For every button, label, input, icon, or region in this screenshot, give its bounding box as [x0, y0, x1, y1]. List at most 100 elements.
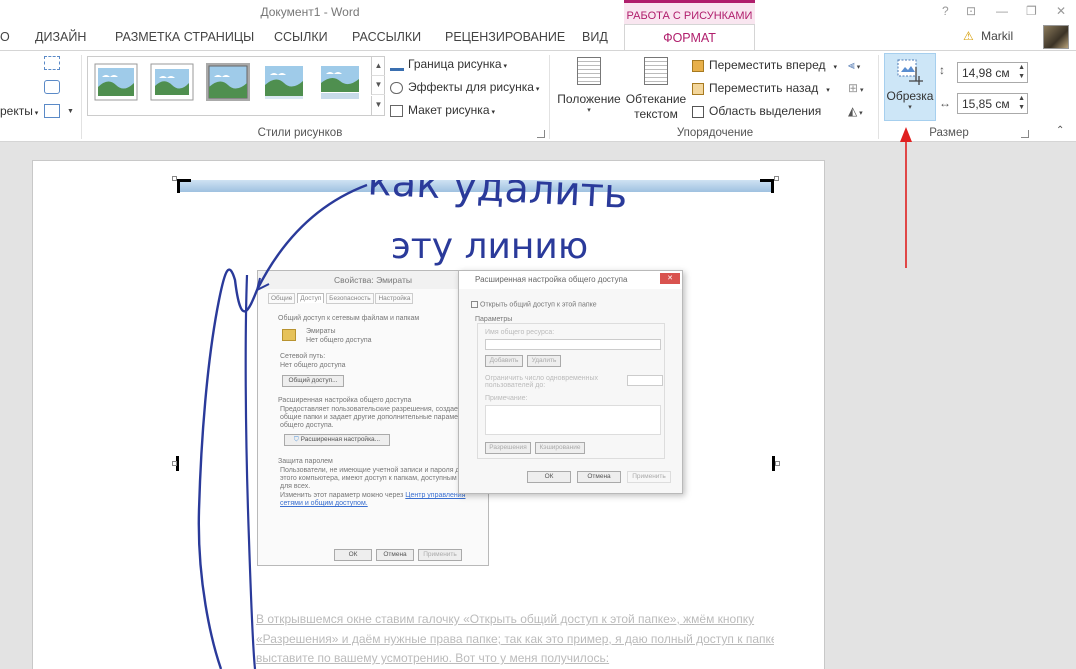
spin-up-icon[interactable]: ▲	[1018, 64, 1025, 71]
wrap-text-label-1: Обтекание	[625, 92, 687, 106]
wrap-text-icon	[644, 57, 668, 85]
user-name: Markil	[981, 29, 1014, 43]
group-objects-icon[interactable]: ⊞ ▾	[848, 81, 864, 95]
ribbon-tabs: О ДИЗАЙН РАЗМЕТКА СТРАНИЦЫ ССЫЛКИ РАССЫЛ…	[0, 24, 1076, 51]
tab-design[interactable]: ДИЗАЙН	[35, 30, 86, 44]
tab-insert-partial[interactable]: О	[0, 30, 10, 44]
artistic-effects-button[interactable]: ректы ▾	[0, 104, 38, 118]
shape-width-spinner[interactable]: 15,85 см ▲ ▼	[957, 93, 1028, 114]
picture-layout-label: Макет рисунка	[408, 103, 490, 117]
position-label: Положение	[557, 92, 621, 106]
picture-border-label: Граница рисунка	[408, 57, 502, 71]
send-backward-label: Переместить назад	[709, 81, 819, 95]
shape-width-icon: ↔	[939, 96, 951, 110]
picture-styles-gallery: ▲ ▼ ▼	[87, 56, 385, 116]
tab-mailings[interactable]: РАССЫЛКИ	[352, 30, 421, 44]
dropdown-arrow-icon: ▾	[587, 107, 591, 114]
handwriting-line-1: как удалить	[367, 180, 629, 218]
bring-forward-icon	[692, 59, 704, 72]
align-icon[interactable]	[44, 56, 60, 70]
spin-down-icon[interactable]: ▼	[1018, 73, 1025, 80]
selected-picture[interactable]: Свойства: Эмираты Общие Доступ Безопасно…	[177, 180, 774, 669]
tab-view[interactable]: ВИД	[582, 30, 608, 44]
picture-effects-label: Эффекты для рисунка	[408, 80, 534, 94]
picture-layout-button[interactable]: Макет рисунка ▾	[390, 103, 495, 117]
style-thumb-2[interactable]	[150, 63, 194, 101]
bring-forward-button[interactable]: Переместить вперед ▾	[692, 58, 837, 72]
size-group-label: Размер	[929, 127, 969, 139]
picture-border-button[interactable]: Граница рисунка ▾	[390, 57, 507, 71]
handwritten-line	[197, 183, 368, 669]
style-thumb-4[interactable]	[262, 63, 306, 101]
selection-pane-icon	[692, 105, 704, 118]
shape-width-value: 15,85 см	[962, 97, 1010, 111]
ribbon: ▼ ректы ▾ ▲ ▼ ▼ Граница рисунка ▾ Эффект…	[0, 50, 1076, 142]
send-backward-icon	[692, 82, 704, 95]
handwritten-line-2	[244, 274, 257, 669]
user-account[interactable]: ⚠ Markil	[963, 29, 1013, 43]
style-thumb-5[interactable]	[318, 63, 362, 101]
styles-group-label: Стили рисунков	[257, 127, 343, 139]
spin-up-icon[interactable]: ▲	[1018, 95, 1025, 102]
styles-dialog-launcher[interactable]	[537, 130, 545, 138]
wrap-text-button[interactable]: Обтекание текстом	[624, 55, 688, 125]
size-dialog-launcher[interactable]	[1021, 130, 1029, 138]
crop-handle-top-right-v[interactable]	[771, 179, 774, 193]
shape-height-spinner[interactable]: 14,98 см ▲ ▼	[957, 62, 1028, 83]
wrap-text-label-2: текстом	[634, 107, 678, 121]
crop-handle-top-left-v[interactable]	[177, 179, 180, 193]
effects-icon	[390, 81, 403, 94]
tab-references[interactable]: ССЫЛКИ	[274, 30, 328, 44]
arrange-group-label: Упорядочение	[676, 127, 754, 139]
help-button[interactable]: ?	[942, 4, 949, 18]
close-button[interactable]: ✕	[1056, 4, 1066, 18]
tab-page-layout[interactable]: РАЗМЕТКА СТРАНИЦЫ	[115, 30, 254, 44]
style-thumb-1[interactable]	[94, 63, 138, 101]
dropdown-arrow-icon: ▾	[908, 104, 912, 111]
restore-button[interactable]: ❐	[1026, 4, 1037, 18]
word-window: Документ1 - Word РАБОТА С РИСУНКАМИ ? ⊡ …	[0, 0, 1076, 669]
avatar[interactable]	[1043, 25, 1069, 49]
reset-picture-icon[interactable]	[44, 104, 60, 118]
rotate-icon[interactable]	[44, 80, 60, 94]
title-bar: Документ1 - Word РАБОТА С РИСУНКАМИ ? ⊡ …	[0, 0, 1076, 25]
crop-label: Обрезка	[886, 89, 934, 103]
collapse-ribbon-icon[interactable]: ⌃	[1056, 125, 1064, 136]
minimize-button[interactable]: —	[996, 4, 1008, 18]
resize-handle-top-right[interactable]	[774, 176, 779, 181]
bring-forward-label: Переместить вперед	[709, 58, 826, 72]
pencil-border-icon	[390, 59, 404, 71]
selection-pane-label: Область выделения	[709, 104, 822, 118]
selection-pane-button[interactable]: Область выделения	[692, 104, 821, 118]
resize-handle-left[interactable]	[172, 461, 177, 466]
dropdown-arrow-icon: ▼	[67, 108, 74, 115]
picture-effects-button[interactable]: Эффекты для рисунка ▾	[390, 80, 539, 94]
send-backward-button[interactable]: Переместить назад ▾	[692, 81, 830, 95]
group-separator	[878, 55, 879, 139]
crop-icon	[897, 59, 923, 85]
shape-height-icon: ↕	[939, 63, 945, 77]
shape-height-value: 14,98 см	[962, 66, 1010, 80]
gallery-scroll-down[interactable]: ▼	[371, 76, 385, 95]
handwriting-overlay: как удалить эту линию	[197, 180, 629, 669]
document-title: Документ1 - Word	[260, 5, 360, 19]
ribbon-display-options-button[interactable]: ⊡	[966, 4, 976, 18]
rotate-objects-icon[interactable]: ◭ ▾	[848, 104, 863, 118]
picture-tools-context-header: РАБОТА С РИСУНКАМИ	[624, 0, 755, 25]
style-thumb-3-selected[interactable]	[206, 63, 250, 101]
gallery-scroll-up[interactable]: ▲	[371, 57, 385, 76]
tab-format[interactable]: ФОРМАТ	[624, 24, 755, 51]
align-objects-icon[interactable]: ⫷ ▾	[848, 58, 860, 73]
group-separator	[549, 55, 550, 139]
spin-down-icon[interactable]: ▼	[1018, 104, 1025, 111]
position-icon	[577, 57, 601, 85]
resize-handle-right[interactable]	[775, 461, 780, 466]
group-separator	[81, 55, 82, 139]
position-button[interactable]: Положение ▾	[554, 55, 624, 125]
resize-handle-top-left[interactable]	[172, 176, 177, 181]
handwriting-line-2: эту линию	[391, 226, 588, 267]
crop-button[interactable]: Обрезка ▾	[884, 53, 936, 121]
tab-review[interactable]: РЕЦЕНЗИРОВАНИЕ	[445, 30, 565, 44]
warning-icon: ⚠	[963, 29, 974, 43]
gallery-more-button[interactable]: ▼	[371, 96, 385, 115]
